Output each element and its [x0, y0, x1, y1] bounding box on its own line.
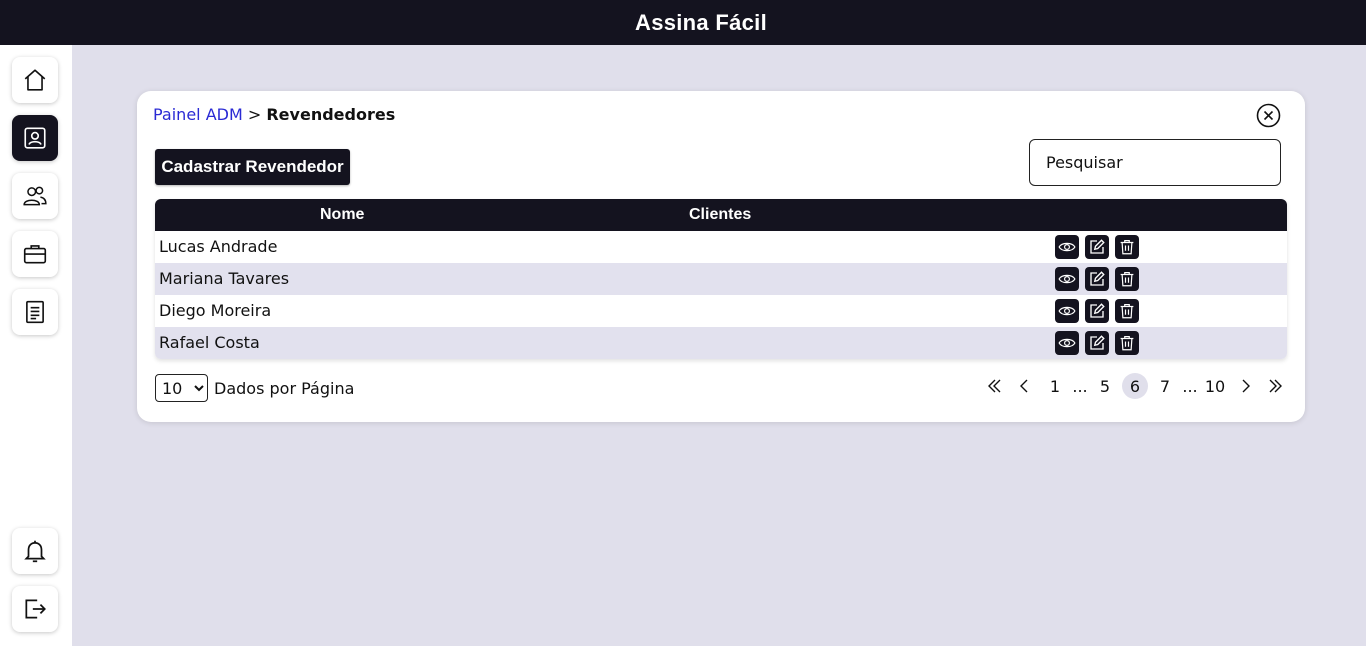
- view-button[interactable]: [1055, 267, 1079, 291]
- pagination: 1 ... 5 6 7 ... 10: [982, 372, 1288, 400]
- sidebar-item-users[interactable]: [12, 173, 58, 219]
- first-page-button[interactable]: [982, 373, 1008, 399]
- view-button[interactable]: [1055, 331, 1079, 355]
- briefcase-icon: [23, 245, 47, 264]
- page-button[interactable]: 5: [1092, 373, 1118, 399]
- previous-page-button[interactable]: [1012, 373, 1038, 399]
- per-page-control: 10 Dados por Página: [155, 374, 354, 402]
- pagination-ellipsis: ...: [1072, 376, 1088, 396]
- page-button[interactable]: 10: [1202, 373, 1228, 399]
- page-button[interactable]: 1: [1042, 373, 1068, 399]
- resellers-table: Nome Clientes Lucas Andrade Mariana Tava…: [155, 199, 1287, 359]
- row-actions: [1055, 299, 1139, 323]
- resellers-panel: Painel ADM > Revendedores Cadastrar Reve…: [137, 91, 1305, 422]
- reseller-name: Diego Moreira: [159, 301, 272, 320]
- trash-icon: [1120, 304, 1134, 319]
- chevron-left-icon: [1020, 379, 1028, 393]
- reseller-name: Lucas Andrade: [159, 237, 278, 256]
- page-button[interactable]: 7: [1152, 373, 1178, 399]
- table-row: Rafael Costa: [155, 327, 1287, 359]
- column-header-clients: Clientes: [689, 206, 752, 223]
- edit-button[interactable]: [1085, 299, 1109, 323]
- bell-icon: [24, 540, 46, 563]
- edit-button[interactable]: [1085, 235, 1109, 259]
- breadcrumb: Painel ADM > Revendedores: [153, 105, 395, 124]
- close-icon: [1256, 103, 1281, 128]
- document-icon: [26, 300, 44, 324]
- close-button[interactable]: [1256, 103, 1281, 128]
- table-row: Diego Moreira: [155, 295, 1287, 327]
- delete-button[interactable]: [1115, 299, 1139, 323]
- view-button[interactable]: [1055, 235, 1079, 259]
- eye-icon: [1058, 242, 1076, 252]
- sidebar-item-notifications[interactable]: [12, 528, 58, 574]
- sidebar-item-documents[interactable]: [12, 289, 58, 335]
- per-page-label: Dados por Página: [214, 378, 355, 398]
- current-page-button[interactable]: 6: [1122, 373, 1148, 399]
- edit-icon: [1090, 239, 1105, 254]
- eye-icon: [1058, 306, 1076, 316]
- id-badge-icon: [24, 127, 46, 149]
- top-bar: Assina Fácil: [0, 0, 1366, 45]
- chevron-right-icon: [1242, 379, 1250, 393]
- sidebar: [0, 45, 72, 646]
- breadcrumb-current: Revendedores: [266, 105, 396, 124]
- row-actions: [1055, 331, 1139, 355]
- per-page-select[interactable]: 10: [155, 374, 208, 402]
- row-actions: [1055, 267, 1139, 291]
- breadcrumb-separator: >: [247, 105, 262, 124]
- breadcrumb-parent-link[interactable]: Painel ADM: [153, 105, 243, 124]
- reseller-name: Rafael Costa: [159, 333, 260, 352]
- trash-icon: [1120, 240, 1134, 255]
- home-icon: [24, 69, 46, 91]
- register-reseller-button[interactable]: Cadastrar Revendedor: [155, 149, 350, 185]
- trash-icon: [1120, 336, 1134, 351]
- app-title: Assina Fácil: [635, 9, 767, 35]
- sidebar-item-home[interactable]: [12, 57, 58, 103]
- delete-button[interactable]: [1115, 331, 1139, 355]
- sidebar-item-resellers[interactable]: [12, 115, 58, 161]
- edit-icon: [1090, 303, 1105, 318]
- users-icon: [23, 186, 47, 206]
- row-actions: [1055, 235, 1139, 259]
- chevrons-right-icon: [1269, 379, 1282, 393]
- table-row: Lucas Andrade: [155, 231, 1287, 263]
- table-row: Mariana Tavares: [155, 263, 1287, 295]
- last-page-button[interactable]: [1262, 373, 1288, 399]
- trash-icon: [1120, 272, 1134, 287]
- logout-icon: [25, 599, 46, 619]
- search-input[interactable]: [1029, 139, 1281, 186]
- pagination-ellipsis: ...: [1182, 376, 1198, 396]
- delete-button[interactable]: [1115, 235, 1139, 259]
- sidebar-item-logout[interactable]: [12, 586, 58, 632]
- edit-icon: [1090, 271, 1105, 286]
- chevrons-left-icon: [988, 379, 1001, 393]
- next-page-button[interactable]: [1232, 373, 1258, 399]
- eye-icon: [1058, 274, 1076, 284]
- sidebar-item-business[interactable]: [12, 231, 58, 277]
- eye-icon: [1058, 338, 1076, 348]
- column-header-name: Nome: [320, 206, 365, 223]
- view-button[interactable]: [1055, 299, 1079, 323]
- table-header: Nome Clientes: [155, 199, 1287, 231]
- edit-button[interactable]: [1085, 331, 1109, 355]
- delete-button[interactable]: [1115, 267, 1139, 291]
- edit-icon: [1090, 335, 1105, 350]
- reseller-name: Mariana Tavares: [159, 269, 290, 288]
- edit-button[interactable]: [1085, 267, 1109, 291]
